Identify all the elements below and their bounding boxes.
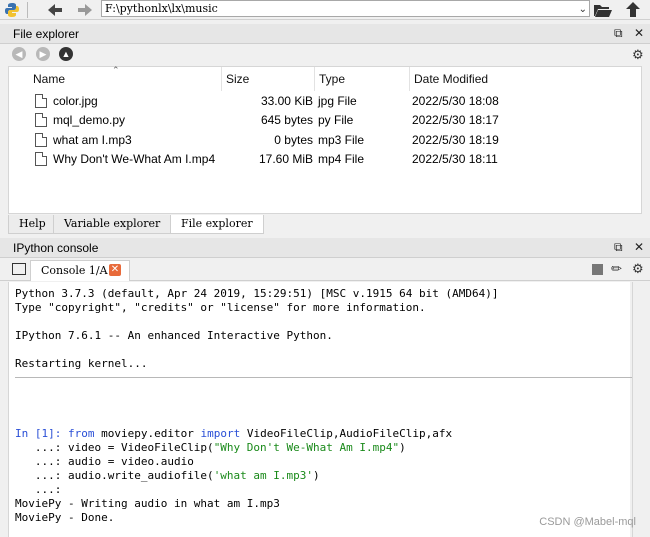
file-row[interactable]: Why Don't We-What Am I.mp4 17.60 MiB mp4… xyxy=(9,149,641,169)
up-arrow-icon[interactable] xyxy=(622,0,644,20)
file-row[interactable]: color.jpg 33.00 KiB jpg File 2022/5/30 1… xyxy=(9,91,641,111)
file-type: jpg File xyxy=(318,94,357,108)
tab-file-explorer[interactable]: File explorer xyxy=(170,215,264,234)
close-icon[interactable]: ✕ xyxy=(634,26,644,40)
stop-icon[interactable] xyxy=(592,264,603,275)
code-text: ) xyxy=(313,469,320,482)
toolbar-divider xyxy=(27,2,28,18)
file-type: py File xyxy=(318,113,354,127)
input-prompt: In [1]: xyxy=(15,427,62,440)
forward-arrow-icon[interactable] xyxy=(74,0,96,20)
continuation-prompt: ...: xyxy=(15,455,62,468)
code-line: In [1]: from moviepy.editor import Video… xyxy=(15,427,452,441)
tab-console[interactable]: Console 1/A ✕ xyxy=(30,260,130,281)
console-line: IPython 7.6.1 -- An enhanced Interactive… xyxy=(15,329,333,342)
file-size: 17.60 MiB xyxy=(258,152,313,166)
keyword: import xyxy=(200,427,241,440)
continuation-prompt: ...: xyxy=(15,469,62,482)
code-line: ...: audio = video.audio xyxy=(15,455,194,469)
column-header-name[interactable]: Name xyxy=(29,67,222,91)
file-list: ⌃ Name Size Type Date Modified color.jpg… xyxy=(8,65,642,214)
main-toolbar: F:\pythonlx\lx\music ⌄ xyxy=(0,0,650,20)
ipython-console-header: IPython console ⧉ ✕ xyxy=(0,238,650,258)
file-explorer-header: File explorer ⧉ ✕ xyxy=(0,24,650,44)
file-explorer-nav: ◀ ▶ ▲ ⚙ xyxy=(0,44,650,66)
code-text: moviepy.editor xyxy=(94,427,201,440)
pane-title: IPython console xyxy=(13,241,99,255)
keyword: from xyxy=(67,427,95,440)
working-directory-input[interactable]: F:\pythonlx\lx\music ⌄ xyxy=(101,0,590,17)
eraser-icon[interactable]: ✏ xyxy=(611,261,622,277)
chevron-down-icon[interactable]: ⌄ xyxy=(579,2,587,17)
continuation-prompt: ...: xyxy=(15,441,62,454)
console-tab-label: Console 1/A xyxy=(41,264,108,277)
forward-icon[interactable]: ▶ xyxy=(36,47,50,61)
close-tab-icon[interactable]: ✕ xyxy=(109,264,121,276)
new-console-icon[interactable] xyxy=(12,263,26,275)
file-size: 33.00 KiB xyxy=(260,94,313,108)
file-size: 645 bytes xyxy=(260,113,313,127)
python-icon[interactable] xyxy=(2,0,22,20)
file-row[interactable]: what am I.mp3 0 bytes mp3 File 2022/5/30… xyxy=(9,130,641,150)
file-modified: 2022/5/30 18:17 xyxy=(412,113,499,127)
close-icon[interactable]: ✕ xyxy=(634,240,644,254)
console-line: Python 3.7.3 (default, Apr 24 2019, 15:2… xyxy=(15,287,499,300)
working-directory-value: F:\pythonlx\lx\music xyxy=(105,2,218,15)
file-name: what am I.mp3 xyxy=(53,133,132,147)
continuation-prompt: ...: xyxy=(15,483,62,496)
video-file-icon xyxy=(35,152,47,166)
file-size: 0 bytes xyxy=(274,133,313,147)
pane-title: File explorer xyxy=(13,27,80,41)
file-modified: 2022/5/30 18:19 xyxy=(412,133,499,147)
output-line: MoviePy - Done. xyxy=(15,511,115,524)
file-modified: 2022/5/30 18:08 xyxy=(412,94,499,108)
code-line: ...: video = VideoFileClip("Why Don't We… xyxy=(15,441,406,455)
file-name: Why Don't We-What Am I.mp4 xyxy=(53,152,216,166)
string-literal: 'what am I.mp3' xyxy=(213,469,314,482)
tab-variable-explorer[interactable]: Variable explorer xyxy=(53,215,172,234)
output-line: MoviePy - Writing audio in what am I.mp3 xyxy=(15,497,280,510)
python-file-icon xyxy=(35,113,47,127)
folder-open-icon[interactable] xyxy=(592,0,614,20)
file-type: mp4 File xyxy=(318,152,365,166)
console-tab-bar: Console 1/A ✕ ✏ ⚙ xyxy=(0,259,650,281)
watermark: CSDN @Mabel-mql xyxy=(539,516,636,528)
column-header-size[interactable]: Size xyxy=(222,67,315,91)
code-line: ...: audio.write_audiofile('what am I.mp… xyxy=(15,469,320,483)
console-output[interactable]: Python 3.7.3 (default, Apr 24 2019, 15:2… xyxy=(8,282,633,537)
code-text: video = VideoFileClip( xyxy=(61,441,214,454)
file-name: mql_demo.py xyxy=(53,113,126,127)
back-arrow-icon[interactable] xyxy=(44,0,66,20)
file-type: mp3 File xyxy=(318,133,365,147)
undock-icon[interactable]: ⧉ xyxy=(614,26,623,41)
parent-dir-icon[interactable]: ▲ xyxy=(59,47,73,61)
console-line: Type "copyright", "credits" or "license"… xyxy=(15,301,426,314)
file-modified: 2022/5/30 18:11 xyxy=(412,152,498,166)
code-text: VideoFileClip,AudioFileClip,afx xyxy=(240,427,453,440)
code-text: ) xyxy=(399,441,406,454)
code-text: audio = video.audio xyxy=(61,455,194,468)
image-file-icon xyxy=(35,94,47,108)
gear-icon[interactable]: ⚙ xyxy=(632,47,644,63)
code-line: ...: xyxy=(15,483,62,497)
undock-icon[interactable]: ⧉ xyxy=(614,240,623,255)
pane-tab-bar: Help Variable explorer File explorer xyxy=(8,215,642,234)
code-text: audio.write_audiofile( xyxy=(61,469,214,482)
column-header-type[interactable]: Type xyxy=(315,67,410,91)
string-literal: "Why Don't We-What Am I.mp4" xyxy=(213,441,400,454)
console-scrollbar[interactable] xyxy=(632,282,650,537)
tab-help[interactable]: Help xyxy=(8,215,57,234)
audio-file-icon xyxy=(35,133,47,147)
console-line: Restarting kernel... xyxy=(15,357,148,370)
file-name: color.jpg xyxy=(53,94,98,108)
file-row[interactable]: mql_demo.py 645 bytes py File 2022/5/30 … xyxy=(9,110,641,130)
back-icon[interactable]: ◀ xyxy=(12,47,26,61)
kernel-restart-divider xyxy=(15,377,633,378)
column-header-modified[interactable]: Date Modified xyxy=(410,67,510,91)
gear-icon[interactable]: ⚙ xyxy=(632,261,644,277)
